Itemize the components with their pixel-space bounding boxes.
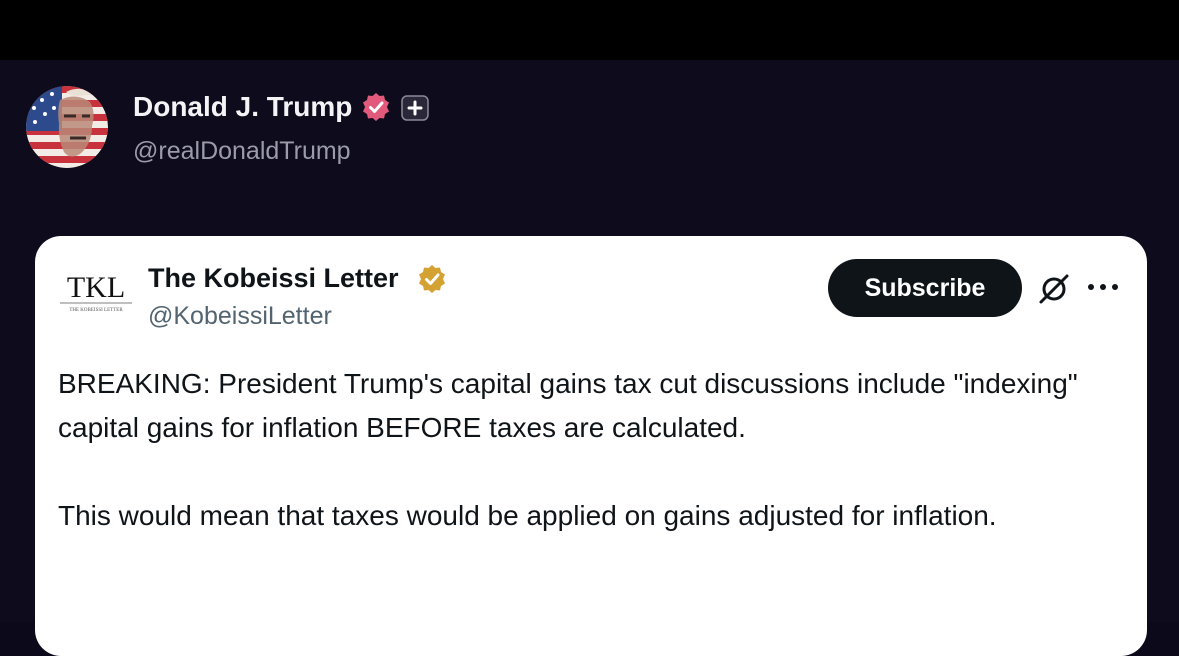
top-bar: [0, 0, 1179, 60]
quoted-author-handle[interactable]: @KobeissiLetter: [148, 302, 332, 331]
quoted-author-name[interactable]: The Kobeissi Letter: [148, 263, 399, 294]
author-handle[interactable]: @realDonaldTrump: [133, 137, 351, 166]
verified-badge-icon: [363, 93, 389, 121]
author-name[interactable]: Donald J. Trump: [133, 91, 352, 123]
more-options-icon[interactable]: [1086, 281, 1120, 293]
logo-subtext: THE KOBEISSI LETTER: [69, 308, 123, 313]
quoted-post-paragraph: BREAKING: President Trump's capital gain…: [58, 368, 1078, 443]
quoted-post-paragraph: This would mean that taxes would be appl…: [58, 500, 997, 531]
government-affiliation-icon: [401, 95, 429, 121]
post: Donald J. Trump @realDonaldTrump TKL THE…: [0, 60, 1179, 656]
grok-icon[interactable]: [1038, 273, 1070, 305]
author-avatar[interactable]: [26, 86, 108, 168]
quoted-post-text: BREAKING: President Trump's capital gain…: [58, 362, 1118, 538]
flag-portrait-avatar-icon: [26, 86, 108, 168]
gold-verified-badge-icon: [419, 265, 445, 293]
subscribe-button[interactable]: Subscribe: [828, 259, 1022, 317]
logo-text: TKL: [67, 271, 125, 304]
kobeissi-logo-icon: TKL THE KOBEISSI LETTER: [60, 271, 132, 313]
quoted-post-card[interactable]: TKL THE KOBEISSI LETTER The Kobeissi Let…: [35, 236, 1147, 656]
